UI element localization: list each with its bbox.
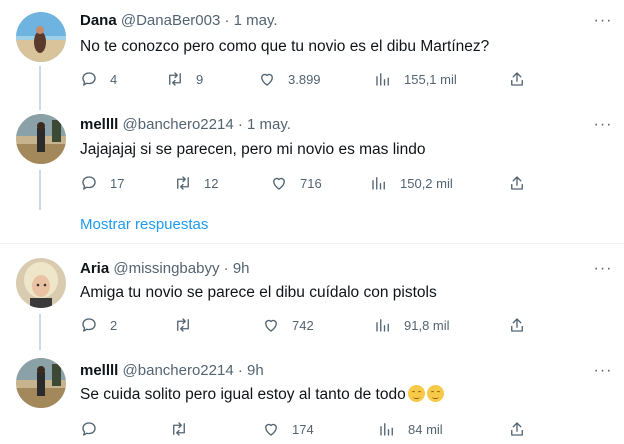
reply-count: 4 xyxy=(110,71,118,87)
views-button[interactable]: 91,8 mil xyxy=(374,316,450,334)
like-count: 3.899 xyxy=(288,71,321,87)
more-icon[interactable]: ··· xyxy=(592,363,614,384)
views-icon xyxy=(372,177,385,190)
separator: · xyxy=(237,362,243,379)
more-icon[interactable]: ··· xyxy=(592,261,614,282)
views-button[interactable]: 155,1 mil xyxy=(374,70,457,88)
avatar[interactable] xyxy=(16,258,66,308)
avatar[interactable] xyxy=(16,114,66,164)
retweet-button[interactable] xyxy=(170,420,200,438)
tweet-text-content: Se cuida solito pero igual estoy al tant… xyxy=(80,386,406,403)
reply-button[interactable]: 17 xyxy=(80,174,124,192)
retweet-button[interactable] xyxy=(174,316,204,334)
reply-count: 17 xyxy=(110,175,125,191)
reply-icon xyxy=(82,72,96,86)
views-count: 84 mil xyxy=(408,421,443,437)
tweet-4[interactable]: mellll @banchero2214 · 9h ··· Se cuida s… xyxy=(0,350,624,444)
share-button[interactable] xyxy=(508,174,526,192)
action-bar: 17 12 716 150,2 mil xyxy=(0,174,624,194)
retweet-icon xyxy=(177,318,189,332)
share-button[interactable] xyxy=(508,70,526,88)
smiling-face-emoji xyxy=(426,385,444,402)
retweet-count: 9 xyxy=(196,71,204,87)
separator: · xyxy=(223,260,229,277)
tweet-text: Se cuida solito pero igual estoy al tant… xyxy=(80,385,444,405)
like-count: 716 xyxy=(300,175,322,191)
tweet-date[interactable]: 9h xyxy=(233,260,250,277)
views-count: 150,2 mil xyxy=(400,175,453,191)
action-bar: 4 9 3.899 155,1 mil xyxy=(0,70,624,90)
action-bar: 2 742 91,8 mil xyxy=(0,316,624,336)
share-icon xyxy=(511,72,523,86)
views-count: 91,8 mil xyxy=(404,317,450,333)
reply-icon xyxy=(82,176,96,190)
action-bar: 174 84 mil xyxy=(0,420,624,440)
retweet-button[interactable]: 12 xyxy=(174,174,218,192)
like-count: 742 xyxy=(292,317,314,333)
views-button[interactable]: 84 mil xyxy=(378,420,443,438)
reply-button[interactable] xyxy=(80,420,110,438)
separator: · xyxy=(237,116,243,133)
like-button[interactable]: 174 xyxy=(262,420,314,438)
reply-button[interactable]: 4 xyxy=(80,70,117,88)
tweet-3[interactable]: Aria @missingbabyy · 9h ··· Amiga tu nov… xyxy=(0,250,624,350)
reply-icon xyxy=(82,318,96,332)
retweet-count: 12 xyxy=(204,175,219,191)
smiling-face-emoji xyxy=(407,385,425,402)
views-icon xyxy=(376,73,389,86)
user-handle[interactable]: @banchero2214 xyxy=(123,116,234,133)
like-count: 174 xyxy=(292,421,314,437)
tweet-text: No te conozco pero como que tu novio es … xyxy=(80,38,490,55)
retweet-icon xyxy=(177,176,189,190)
like-icon xyxy=(265,319,277,332)
user-handle[interactable]: @missingbabyy xyxy=(113,260,219,277)
reply-icon xyxy=(82,422,96,436)
like-button[interactable]: 716 xyxy=(270,174,322,192)
share-button[interactable] xyxy=(508,316,526,334)
share-icon xyxy=(511,422,523,436)
avatar[interactable] xyxy=(16,12,66,62)
tweet-2[interactable]: mellll @banchero2214 · 1 may. ··· Jajaja… xyxy=(0,110,624,210)
separator: · xyxy=(224,12,230,29)
retweet-icon xyxy=(173,422,185,436)
reply-count: 2 xyxy=(110,317,118,333)
avatar[interactable] xyxy=(16,358,66,408)
tweet-header: Aria @missingbabyy · 9h xyxy=(80,260,250,278)
share-icon xyxy=(511,318,523,332)
user-handle[interactable]: @banchero2214 xyxy=(123,362,234,379)
retweet-icon xyxy=(169,72,181,86)
tweet-header: Dana @DanaBer003 · 1 may. xyxy=(80,12,278,30)
tweet-date[interactable]: 1 may. xyxy=(234,12,278,29)
display-name[interactable]: Dana xyxy=(80,12,117,29)
tweet-header: mellll @banchero2214 · 1 may. xyxy=(80,116,291,134)
like-button[interactable]: 3.899 xyxy=(258,70,321,88)
like-icon xyxy=(273,177,285,190)
display-name[interactable]: Aria xyxy=(80,260,109,277)
display-name[interactable]: mellll xyxy=(80,116,118,133)
reply-button[interactable]: 2 xyxy=(80,316,117,334)
user-handle[interactable]: @DanaBer003 xyxy=(121,12,220,29)
divider xyxy=(0,243,624,244)
like-button[interactable]: 742 xyxy=(262,316,314,334)
like-icon xyxy=(261,73,273,86)
views-count: 155,1 mil xyxy=(404,71,457,87)
more-icon[interactable]: ··· xyxy=(592,117,614,138)
display-name[interactable]: mellll xyxy=(80,362,118,379)
more-icon[interactable]: ··· xyxy=(592,13,614,34)
tweet-header: mellll @banchero2214 · 9h xyxy=(80,362,264,380)
tweet-date[interactable]: 9h xyxy=(247,362,264,379)
tweet-1[interactable]: Dana @DanaBer003 · 1 may. ··· No te cono… xyxy=(0,0,624,110)
retweet-button[interactable]: 9 xyxy=(166,70,203,88)
tweet-text: Jajajajaj si se parecen, pero mi novio e… xyxy=(80,141,426,158)
tweet-text: Amiga tu novio se parece el dibu cuídalo… xyxy=(80,284,437,301)
share-icon xyxy=(511,176,523,190)
tweet-date[interactable]: 1 may. xyxy=(247,116,291,133)
views-button[interactable]: 150,2 mil xyxy=(370,174,453,192)
views-icon xyxy=(380,423,393,436)
share-button[interactable] xyxy=(508,420,526,438)
views-icon xyxy=(376,319,389,332)
like-icon xyxy=(265,423,277,436)
show-replies-link[interactable]: Mostrar respuestas xyxy=(80,216,208,233)
